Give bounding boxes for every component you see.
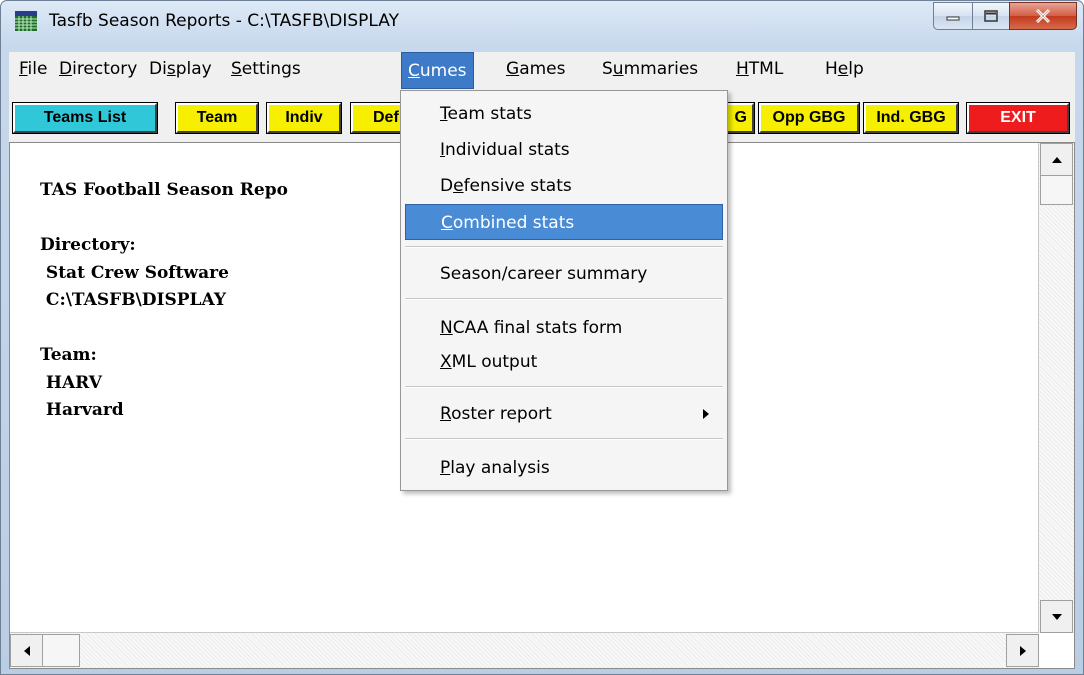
close-button[interactable] [1009,2,1077,30]
exit-button[interactable]: EXIT [966,102,1070,134]
menu-html[interactable]: HTML [736,59,783,79]
vertical-scrollbar[interactable] [1038,143,1074,633]
horizontal-scrollbar[interactable] [10,632,1039,668]
gbg-button[interactable]: G [723,102,755,134]
title-bar[interactable]: Tasfb Season Reports - C:\TASFB\DISPLAY [1,1,1083,45]
scroll-down-button[interactable] [1040,600,1073,633]
scroll-down-icon [1051,613,1062,620]
menu-separator [405,438,723,440]
scroll-left-button[interactable] [10,634,43,667]
minimize-icon [946,16,960,21]
menu-item-season-career-summary[interactable]: Season/career summary [405,256,723,292]
vertical-scroll-thumb[interactable] [1040,175,1073,205]
menu-separator [405,386,723,388]
cumes-dropdown-menu: Team stats Individual stats Defensive st… [400,90,728,491]
window-title: Tasfb Season Reports - C:\TASFB\DISPLAY [49,11,399,31]
scroll-right-icon [1019,645,1026,656]
scroll-up-button[interactable] [1040,143,1073,176]
directory-label: Directory: [40,235,136,255]
menu-item-defensive-stats[interactable]: Defensive stats [405,168,723,204]
maximize-icon [984,10,998,22]
menu-file[interactable]: File [19,59,47,79]
menu-summaries[interactable]: Summaries [602,59,698,79]
submenu-arrow-icon [703,409,709,419]
menu-item-ncaa-final-stats-form[interactable]: NCAA final stats form [405,310,723,346]
menu-cumes[interactable]: Cumes [401,52,474,89]
scroll-right-button[interactable] [1006,634,1039,667]
menu-bar: File Directory Display Settings Cumes Ga… [9,52,1075,90]
menu-item-individual-stats[interactable]: Individual stats [405,132,723,168]
menu-item-xml-output[interactable]: XML output [405,344,723,380]
menu-separator [405,298,723,300]
scroll-left-icon [23,645,30,656]
team-name: Harvard [40,400,124,420]
minimize-button[interactable] [933,2,972,30]
menu-item-combined-stats[interactable]: Combined stats [405,204,723,240]
menu-help[interactable]: Help [825,59,864,79]
team-label: Team: [40,345,97,365]
directory-name: Stat Crew Software [40,262,229,283]
scroll-up-icon [1051,156,1062,163]
menu-games[interactable]: Games [506,59,565,79]
teams-list-button[interactable]: Teams List [12,102,158,134]
ind-gbg-button[interactable]: Ind. GBG [863,102,959,134]
menu-item-team-stats[interactable]: Team stats [405,96,723,132]
horizontal-scroll-thumb[interactable] [42,634,80,667]
report-text: TAS Football Season Repo Directory: Stat … [40,177,288,425]
menu-item-play-analysis[interactable]: Play analysis [405,450,723,486]
directory-path: C:\TASFB\DISPLAY [40,290,226,310]
menu-directory[interactable]: Directory [59,59,137,79]
close-icon [1035,9,1051,23]
menu-separator [405,246,723,248]
report-title: TAS Football Season Repo [40,180,288,200]
app-window: Tasfb Season Reports - C:\TASFB\DISPLAY … [0,0,1084,675]
menu-settings[interactable]: Settings [231,59,301,79]
menu-display[interactable]: Display [149,59,212,79]
grid-app-icon [15,11,37,31]
opp-gbg-button[interactable]: Opp GBG [758,102,860,134]
team-button[interactable]: Team [175,102,259,134]
team-code: HARV [40,372,102,393]
menu-item-roster-report[interactable]: Roster report [405,396,723,432]
indiv-button[interactable]: Indiv [266,102,342,134]
maximize-button[interactable] [972,2,1009,30]
